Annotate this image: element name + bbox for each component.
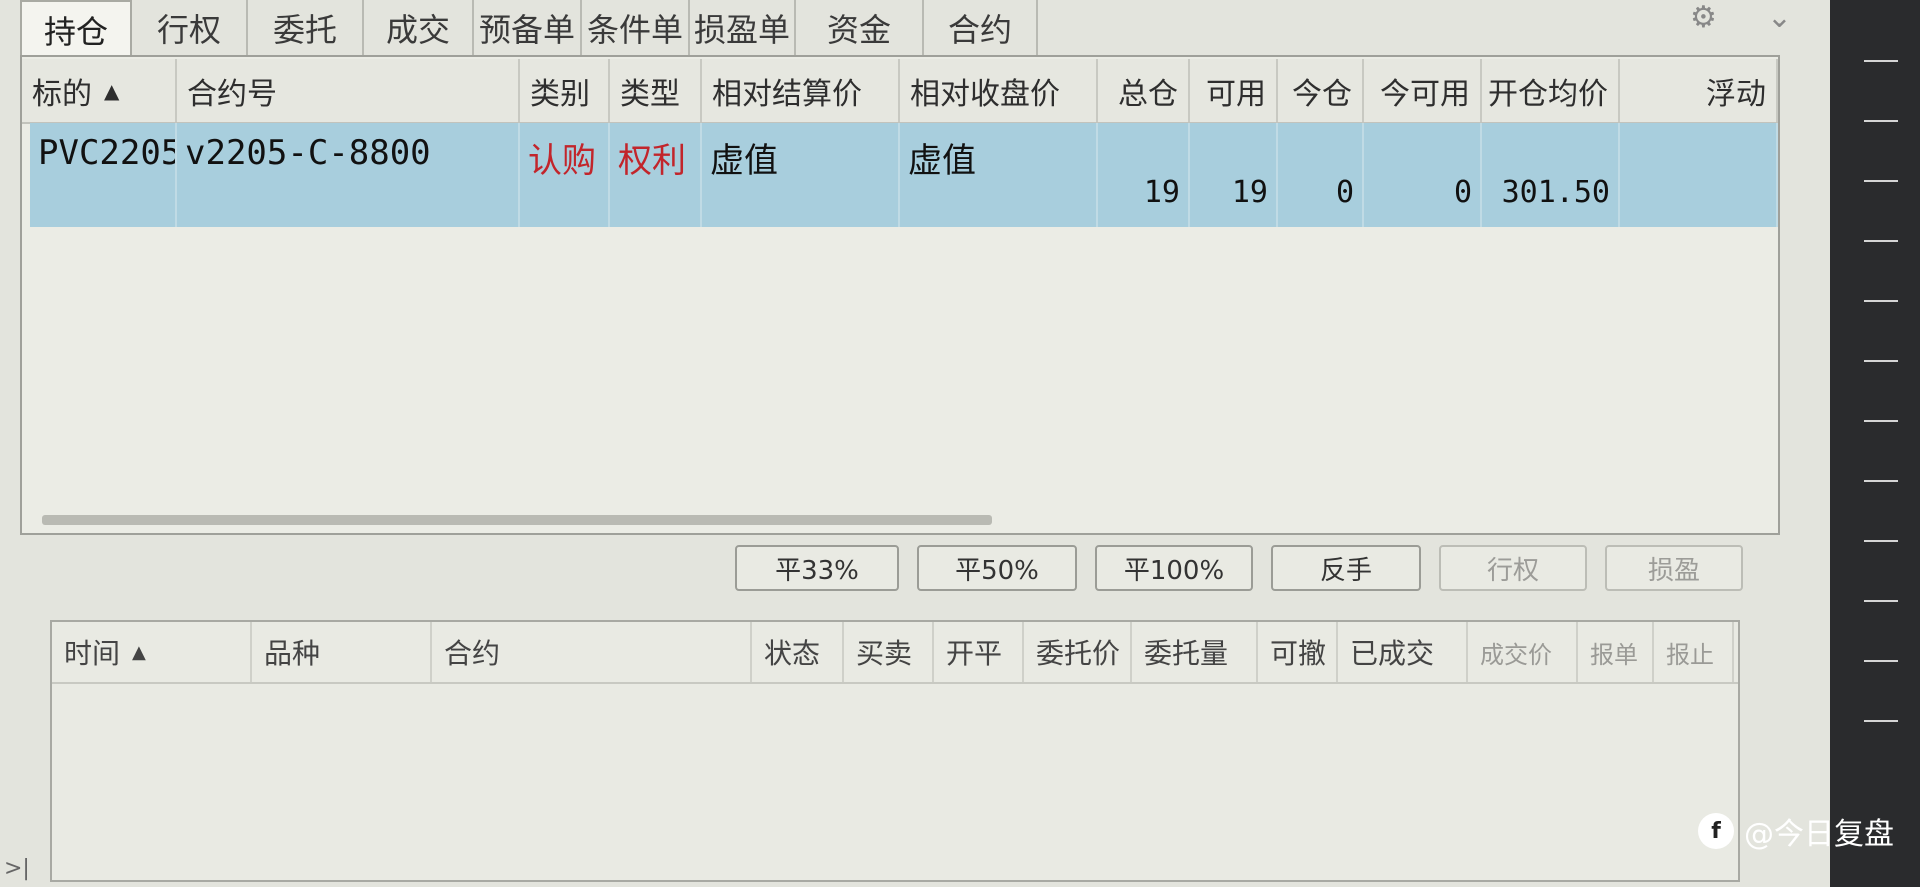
positions-header: 标的 ▲ 合约号 类别 类型 相对结算价 相对收盘价 总仓 可用 今仓 今可用 开… — [22, 59, 1778, 124]
positions-table: 标的 ▲ 合约号 类别 类型 相对结算价 相对收盘价 总仓 可用 今仓 今可用 开… — [20, 55, 1780, 535]
col-time[interactable]: 时间 ▲ — [52, 622, 252, 682]
bezel-tick — [1864, 240, 1898, 242]
bezel-tick — [1864, 300, 1898, 302]
sort-asc-icon: ▲ — [132, 641, 146, 663]
col-avg-open-price[interactable]: 开仓均价 — [1482, 59, 1620, 122]
bezel-tick — [1864, 660, 1898, 662]
table-row[interactable]: PVC2205 v2205-C-8800 认购 权利 虚值 虚值 19 19 0… — [30, 123, 1778, 227]
tab-prepared-orders[interactable]: 预备单 — [474, 0, 582, 55]
tab-stop-profit-orders[interactable]: 损盈单 — [690, 0, 796, 55]
tab-orders[interactable]: 委托 — [248, 0, 364, 55]
col-side[interactable]: 买卖 — [844, 622, 934, 682]
col-contract[interactable]: 合约号 — [177, 59, 520, 122]
horizontal-scrollbar[interactable] — [42, 515, 992, 525]
bezel-tick — [1864, 540, 1898, 542]
cell-avg-open-price: 301.50 — [1482, 123, 1620, 227]
watermark: f @今日复盘 — [1698, 809, 1894, 853]
bezel-tick — [1864, 360, 1898, 362]
cell-available: 19 — [1190, 123, 1278, 227]
bezel-tick — [1864, 180, 1898, 182]
close-33-button[interactable]: 平33% — [735, 545, 899, 591]
col-today[interactable]: 今仓 — [1278, 59, 1364, 122]
bezel-tick — [1864, 720, 1898, 722]
trading-client-window: 持仓 行权 委托 成交 预备单 条件单 损盈单 资金 合约 ⚙ ⌄ 标的 ▲ 合约… — [0, 0, 1830, 887]
tab-conditional-orders[interactable]: 条件单 — [582, 0, 690, 55]
col-report[interactable]: 报单 — [1578, 622, 1654, 682]
col-fill-price[interactable]: 成交价 — [1468, 622, 1578, 682]
reverse-button[interactable]: 反手 — [1271, 545, 1421, 591]
tab-exercise[interactable]: 行权 — [132, 0, 248, 55]
main-tab-strip: 持仓 行权 委托 成交 预备单 条件单 损盈单 资金 合约 — [20, 0, 1038, 57]
col-total[interactable]: 总仓 — [1098, 59, 1190, 122]
bezel-tick — [1864, 420, 1898, 422]
monitor-bezel — [1830, 0, 1920, 887]
cell-category: 认购 — [520, 123, 610, 227]
tab-trades[interactable]: 成交 — [364, 0, 474, 55]
cell-rel-close: 虚值 — [900, 123, 1098, 227]
col-order-qty[interactable]: 委托量 — [1132, 622, 1258, 682]
cell-underlying: PVC2205 — [30, 123, 177, 227]
bezel-tick — [1864, 480, 1898, 482]
bezel-tick — [1864, 60, 1898, 62]
col-cancellable[interactable]: 可撤 — [1258, 622, 1338, 682]
col-available[interactable]: 可用 — [1190, 59, 1278, 122]
close-50-button[interactable]: 平50% — [917, 545, 1077, 591]
col-order-contract[interactable]: 合约 — [432, 622, 752, 682]
cell-floating-pnl — [1620, 123, 1778, 227]
col-category[interactable]: 类别 — [520, 59, 610, 122]
cell-total: 19 — [1098, 123, 1190, 227]
tab-strip-tools: ⚙ ⌄ — [1690, 0, 1792, 35]
cell-today-available: 0 — [1364, 123, 1482, 227]
col-order-price[interactable]: 委托价 — [1024, 622, 1132, 682]
col-report-stop[interactable]: 报止 — [1654, 622, 1734, 682]
cell-rel-settle: 虚值 — [702, 123, 900, 227]
chevron-down-icon[interactable]: ⌄ — [1767, 0, 1792, 35]
cell-contract: v2205-C-8800 — [177, 123, 520, 227]
cell-type: 权利 — [610, 123, 702, 227]
orders-table: 时间 ▲ 品种 合约 状态 买卖 开平 委托价 委托量 可撤 已成交 成交价 报单… — [50, 620, 1740, 882]
col-product[interactable]: 品种 — [252, 622, 432, 682]
col-today-available[interactable]: 今可用 — [1364, 59, 1482, 122]
close-100-button[interactable]: 平100% — [1095, 545, 1253, 591]
tab-funds[interactable]: 资金 — [796, 0, 924, 55]
tab-contracts[interactable]: 合约 — [924, 0, 1038, 55]
col-rel-close[interactable]: 相对收盘价 — [900, 59, 1098, 122]
col-rel-settle[interactable]: 相对结算价 — [702, 59, 900, 122]
col-underlying[interactable]: 标的 ▲ — [22, 59, 177, 122]
col-status[interactable]: 状态 — [752, 622, 844, 682]
bezel-tick — [1864, 600, 1898, 602]
col-open-close[interactable]: 开平 — [934, 622, 1024, 682]
bezel-tick — [1864, 120, 1898, 122]
corner-mark: >| — [4, 856, 30, 881]
col-type[interactable]: 类型 — [610, 59, 702, 122]
gear-icon[interactable]: ⚙ — [1690, 0, 1717, 35]
col-floating-pnl[interactable]: 浮动 — [1620, 59, 1778, 122]
sort-asc-icon: ▲ — [104, 78, 120, 103]
col-filled[interactable]: 已成交 — [1338, 622, 1468, 682]
cell-today: 0 — [1278, 123, 1364, 227]
exercise-button[interactable]: 行权 — [1439, 545, 1587, 591]
toutiao-logo-icon: f — [1698, 813, 1734, 849]
stop-profit-button[interactable]: 损盈 — [1605, 545, 1743, 591]
orders-header: 时间 ▲ 品种 合约 状态 买卖 开平 委托价 委托量 可撤 已成交 成交价 报单… — [52, 622, 1738, 684]
tab-positions[interactable]: 持仓 — [20, 0, 132, 57]
position-actions: 平33% 平50% 平100% 反手 行权 损盈 — [735, 545, 1743, 591]
